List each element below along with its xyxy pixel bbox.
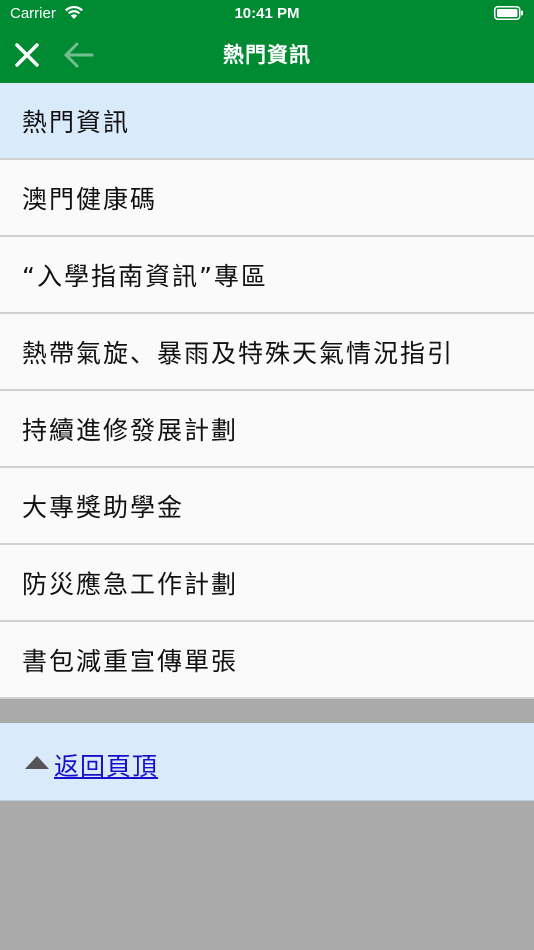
back-button[interactable] (62, 40, 96, 70)
list-item-hot-info[interactable]: 熱門資訊 (0, 83, 534, 160)
list-item-continuing-education[interactable]: 持續進修發展計劃 (0, 391, 534, 468)
close-icon (15, 43, 39, 67)
status-bar: Carrier 10:41 PM (0, 0, 534, 28)
list-item-weather-guidelines[interactable]: 熱帶氣旋、暴雨及特殊天氣情況指引 (0, 314, 534, 391)
back-to-top-bar: 返回頁頂 (0, 723, 534, 801)
triangle-up-icon (25, 756, 49, 769)
list-item-macao-health-code[interactable]: 澳門健康碼 (0, 160, 534, 237)
close-button[interactable] (12, 40, 42, 70)
app-header: Carrier 10:41 PM 熱門資訊 (0, 0, 534, 83)
menu-list: 熱門資訊 澳門健康碼 “入學指南資訊”專區 熱帶氣旋、暴雨及特殊天氣情況指引 持… (0, 83, 534, 699)
list-item-tertiary-scholarship[interactable]: 大專獎助學金 (0, 468, 534, 545)
battery-icon (494, 6, 523, 20)
list-item-schoolbag-leaflet[interactable]: 書包減重宣傳單張 (0, 622, 534, 699)
list-item-admission-guide[interactable]: “入學指南資訊”專區 (0, 237, 534, 314)
status-time: 10:41 PM (234, 5, 300, 22)
back-to-top-link[interactable]: 返回頁頂 (54, 747, 158, 783)
nav-bar: 熱門資訊 (0, 28, 534, 83)
list-item-disaster-plan[interactable]: 防災應急工作計劃 (0, 545, 534, 622)
arrow-left-icon (64, 42, 94, 68)
